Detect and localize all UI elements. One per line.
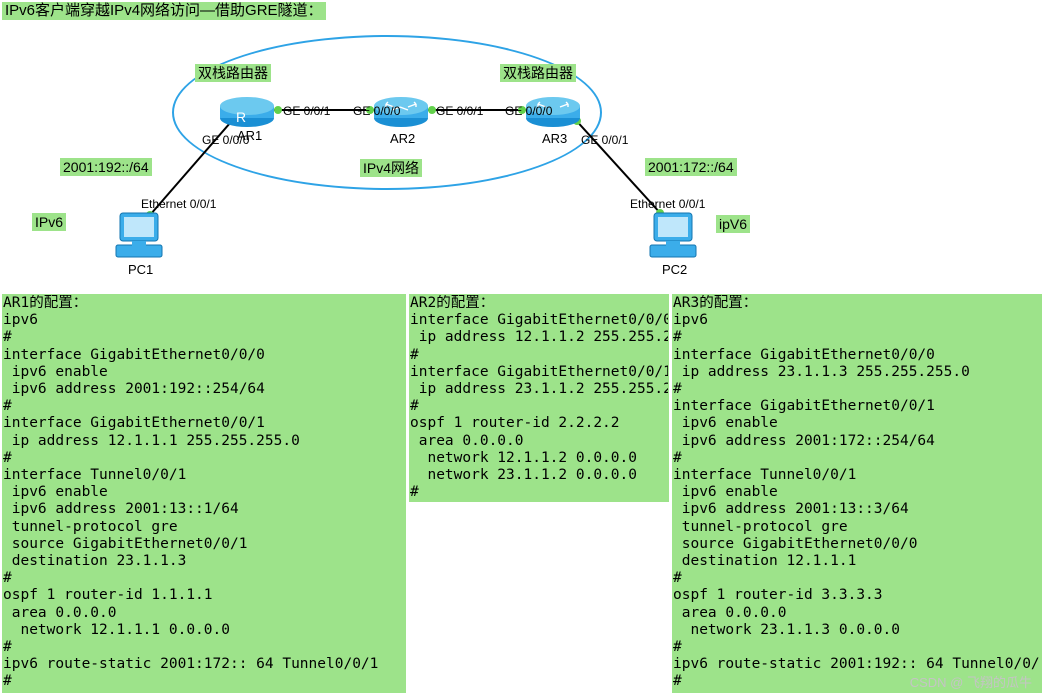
dev-pc2: PC2 <box>662 262 687 277</box>
right-proto: ipV6 <box>716 215 750 233</box>
right-subnet: 2001:172::/64 <box>645 158 737 176</box>
config-ar3-header: AR3的配置： <box>673 295 757 311</box>
dev-ar1: AR1 <box>237 128 262 143</box>
page-title: IPv6客户端穿越IPv4网络访问—借助GRE隧道： <box>2 2 326 20</box>
dualstack-label-left: 双栈路由器 <box>195 64 271 82</box>
dev-ar3: AR3 <box>542 131 567 146</box>
dev-ar2: AR2 <box>390 131 415 146</box>
svg-text:R: R <box>236 109 246 125</box>
config-ar2-body: interface GigabitEthernet0/0/0 ip addres… <box>410 312 669 500</box>
if-pc2-eth: Ethernet 0/0/1 <box>630 197 705 211</box>
dev-pc1: PC1 <box>128 262 153 277</box>
if-ar3-g000: GE 0/0/0 <box>505 104 552 118</box>
config-ar3-body: ipv6 # interface GigabitEthernet0/0/0 ip… <box>673 312 1042 689</box>
config-ar1-header: AR1的配置： <box>3 295 87 311</box>
router-ar1[interactable]: R <box>218 92 276 122</box>
if-pc1-eth: Ethernet 0/0/1 <box>141 197 216 211</box>
if-ar2-g000: GE 0/0/0 <box>353 104 400 118</box>
config-ar1: AR1的配置： ipv6 # interface GigabitEthernet… <box>2 294 406 693</box>
config-ar3: AR3的配置： ipv6 # interface GigabitEthernet… <box>672 294 1042 693</box>
dualstack-label-right: 双栈路由器 <box>500 64 576 82</box>
pc2[interactable] <box>646 211 700 261</box>
config-ar1-body: ipv6 # interface GigabitEthernet0/0/0 ip… <box>3 312 378 689</box>
if-ar2-g001: GE 0/0/1 <box>436 104 483 118</box>
if-ar3-g001: GE 0/0/1 <box>581 133 628 147</box>
pc1[interactable] <box>112 211 166 261</box>
config-ar2-header: AR2的配置： <box>410 295 494 311</box>
left-proto: IPv6 <box>32 213 66 231</box>
left-subnet: 2001:192::/64 <box>60 158 152 176</box>
ipv4-net-label: IPv4网络 <box>360 159 422 177</box>
if-ar1-g001: GE 0/0/1 <box>283 104 330 118</box>
config-ar2: AR2的配置： interface GigabitEthernet0/0/0 i… <box>409 294 669 502</box>
